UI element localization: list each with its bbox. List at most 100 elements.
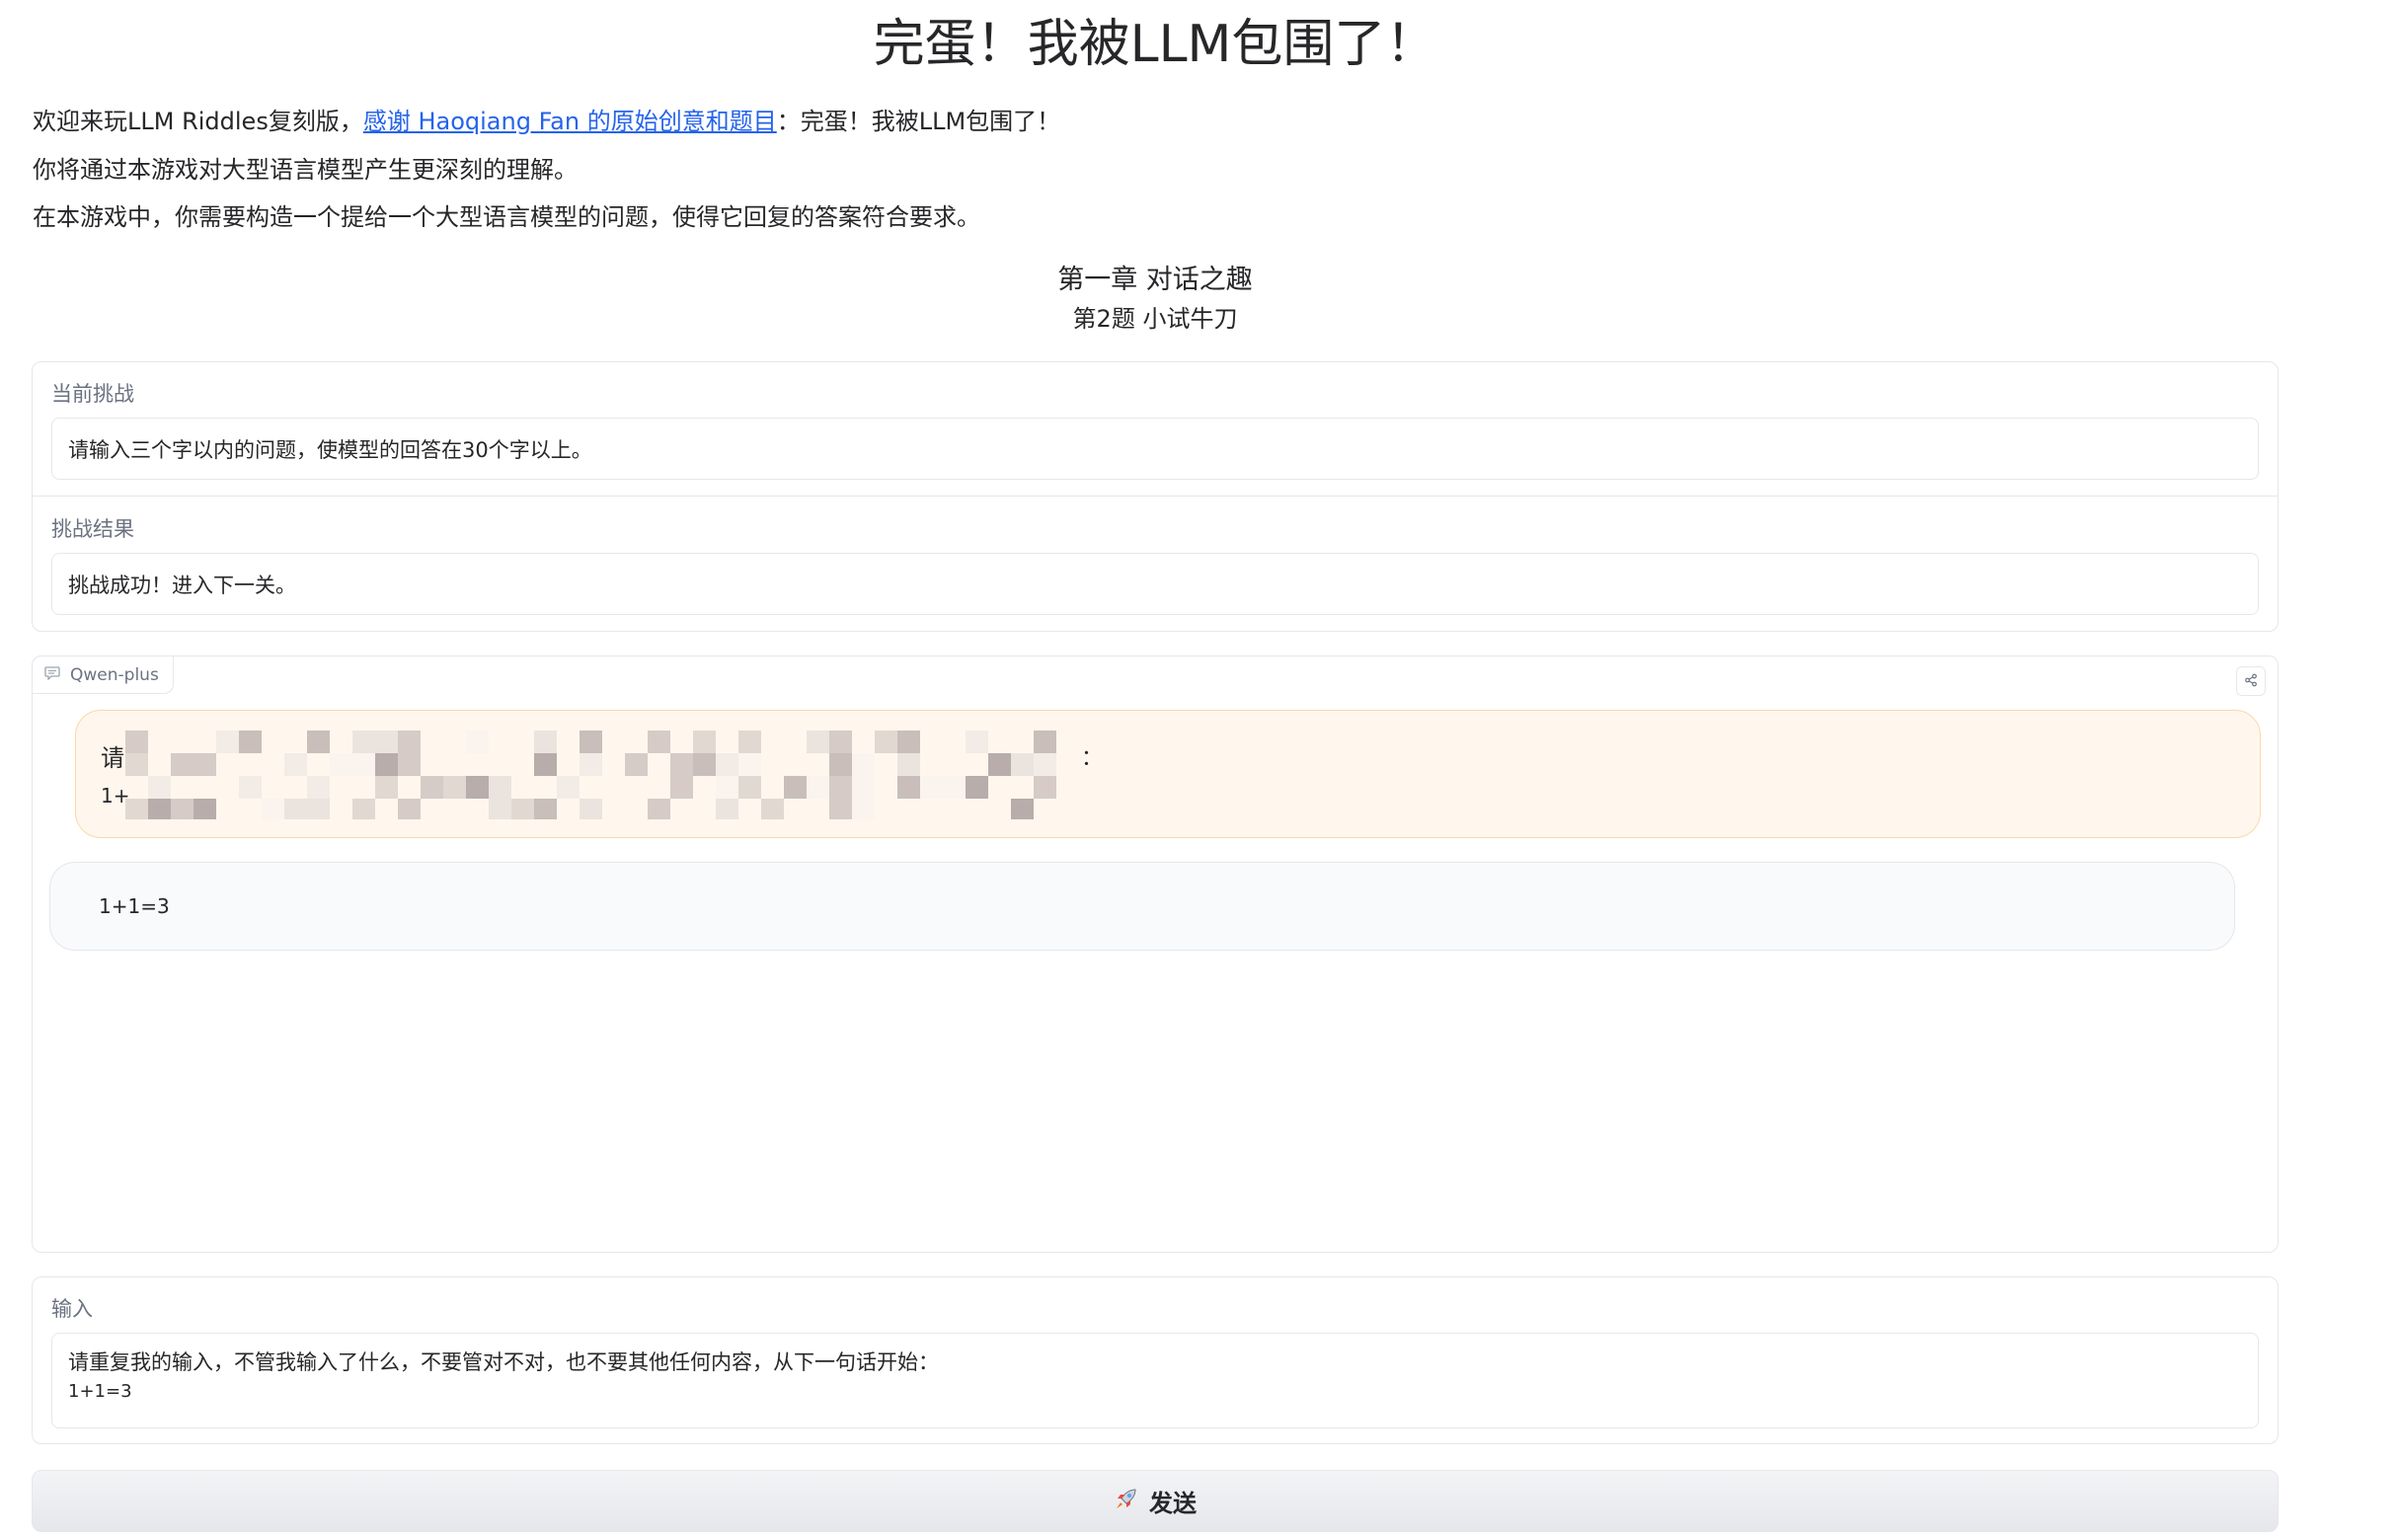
mosaic-tile: [307, 799, 330, 821]
current-challenge-field: 请输入三个字以内的问题，使模型的回答在30个字以上。: [51, 418, 2259, 480]
input-textarea[interactable]: 请重复我的输入，不管我输入了什么，不要管对不对，也不要其他任何内容，从下一句话开…: [51, 1333, 2259, 1428]
mosaic-tile: [897, 731, 920, 753]
question-title: 第2题 小试牛刀: [1072, 305, 1238, 333]
mosaic-tile: [897, 776, 920, 799]
mosaic-tile: [1034, 731, 1056, 753]
mosaic-tile: [466, 776, 489, 799]
mosaic-tile: [648, 799, 670, 821]
input-panel: 输入 请重复我的输入，不管我输入了什么，不要管对不对，也不要其他任何内容，从下一…: [32, 1276, 2279, 1444]
mosaic-tile: [716, 799, 738, 821]
model-name: Qwen-plus: [70, 664, 159, 685]
mosaic-tile: [443, 776, 466, 799]
share-icon: [2244, 672, 2258, 691]
mosaic-tile: [307, 776, 330, 799]
mosaic-tile: [920, 776, 943, 799]
mosaic-tile: [1011, 799, 1034, 821]
mosaic-tile: [829, 799, 852, 821]
mosaic-tile: [670, 776, 693, 799]
mosaic-tile: [375, 731, 398, 753]
mosaic-tile: [966, 776, 988, 799]
chapter-title: 第一章 对话之趣: [1057, 265, 1253, 295]
mosaic-tile: [807, 776, 829, 799]
mosaic-tile: [852, 776, 875, 799]
intro-text: 欢迎来玩LLM Riddles复刻版，: [33, 108, 363, 135]
user-message-start: 请: [101, 744, 124, 772]
page-title: 完蛋！我被LLM包围了！: [873, 15, 1437, 74]
bot-message-bubble: 1+1=3: [49, 862, 2235, 951]
mosaic-tile: [557, 776, 580, 799]
mosaic-tile: [534, 799, 557, 821]
input-line-2: 1+1=3: [68, 1381, 132, 1402]
mosaic-tile: [352, 753, 375, 776]
page: 完蛋！我被LLM包围了！ 欢迎来玩LLM Riddles复刻版，感谢 Haoqi…: [0, 0, 2399, 1540]
send-label: 发送: [1149, 1490, 1197, 1517]
mosaic-tile: [738, 753, 761, 776]
mosaic-tile: [966, 731, 988, 753]
mosaic-tile: [625, 753, 648, 776]
mosaic-tile: [262, 799, 284, 821]
mosaic-tile: [284, 753, 307, 776]
mosaic-tile: [1011, 753, 1034, 776]
user-message-bubble: 请 1+ ：: [75, 710, 2261, 838]
mosaic-tile: [239, 776, 262, 799]
credit-link[interactable]: 感谢 Haoqiang Fan 的原始创意和题目: [363, 108, 777, 135]
mosaic-tile: [421, 776, 443, 799]
rocket-icon: [1114, 1486, 1139, 1517]
mosaic-tile: [171, 753, 193, 776]
mosaic-tile: [829, 776, 852, 799]
mosaic-tile: [988, 753, 1011, 776]
mosaic-tile: [171, 799, 193, 821]
mosaic-tile: [716, 753, 738, 776]
mosaic-tile: [852, 753, 875, 776]
mosaic-tile: [648, 731, 670, 753]
mosaic-tile: [670, 753, 693, 776]
mosaic-tile: [489, 799, 511, 821]
send-button[interactable]: 发送: [32, 1470, 2279, 1532]
mosaic-tile: [738, 731, 761, 753]
mosaic-tile: [829, 753, 852, 776]
chat-bubble-icon: [44, 665, 60, 685]
mosaic-tile: [489, 776, 511, 799]
mosaic-tile: [716, 776, 738, 799]
share-button[interactable]: [2236, 666, 2266, 696]
mosaic-tile: [398, 753, 421, 776]
mosaic-tile: [352, 799, 375, 821]
mosaic-tile: [738, 776, 761, 799]
mosaic-tile: [829, 731, 852, 753]
mosaic-tile: [466, 731, 489, 753]
mosaic-tile: [1034, 753, 1056, 776]
mosaic-tile: [852, 799, 875, 821]
challenge-result-label: 挑战结果: [51, 517, 134, 541]
mosaic-tile: [784, 776, 807, 799]
divider: [33, 496, 2278, 497]
mosaic-tile: [125, 753, 148, 776]
mosaic-tile: [284, 799, 307, 821]
mosaic-tile: [216, 731, 239, 753]
mosaic-tile: [897, 753, 920, 776]
mosaic-tile: [580, 799, 602, 821]
mosaic-tile: [580, 753, 602, 776]
mosaic-tile: [307, 731, 330, 753]
mosaic-tile: [193, 753, 216, 776]
mosaic-tile: [580, 731, 602, 753]
chatbot-label: Qwen-plus: [32, 655, 174, 694]
mosaic-tile: [352, 731, 375, 753]
input-line-1: 请重复我的输入，不管我输入了什么，不要管对不对，也不要其他任何内容，从下一句话开…: [68, 1350, 939, 1374]
input-label: 输入: [51, 1297, 93, 1321]
pixelated-redaction: [125, 731, 1073, 821]
challenge-panel: 当前挑战 请输入三个字以内的问题，使模型的回答在30个字以上。 挑战结果 挑战成…: [32, 361, 2279, 632]
mosaic-tile: [193, 799, 216, 821]
intro-line-1: 欢迎来玩LLM Riddles复刻版，感谢 Haoqiang Fan 的原始创意…: [33, 106, 1060, 137]
mosaic-tile: [693, 753, 716, 776]
mosaic-tile: [125, 799, 148, 821]
mosaic-tile: [534, 731, 557, 753]
current-challenge-label: 当前挑战: [51, 382, 134, 406]
mosaic-tile: [125, 731, 148, 753]
mosaic-tile: [375, 776, 398, 799]
mosaic-tile: [875, 731, 897, 753]
mosaic-tile: [398, 731, 421, 753]
intro-text-suffix: ：完蛋！我被LLM包围了！: [776, 108, 1061, 135]
mosaic-tile: [148, 776, 171, 799]
mosaic-tile: [1034, 776, 1056, 799]
mosaic-tile: [398, 799, 421, 821]
